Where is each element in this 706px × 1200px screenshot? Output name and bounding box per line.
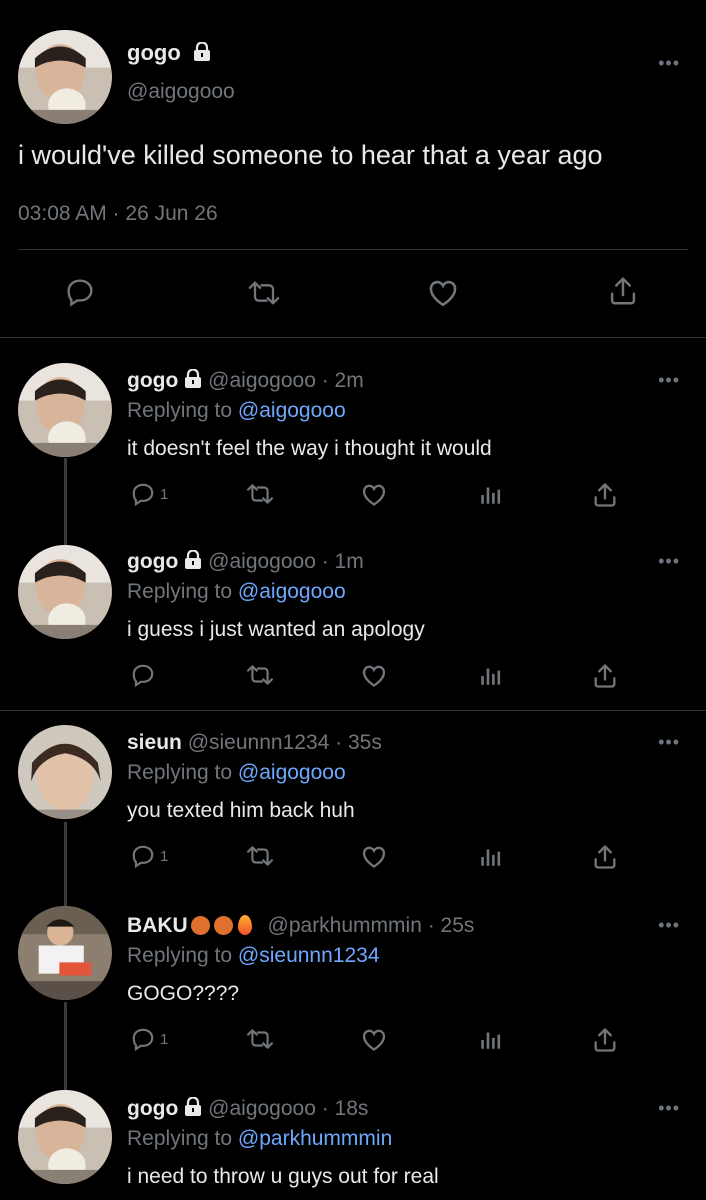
divider <box>18 249 688 250</box>
lock-icon <box>193 42 210 61</box>
replying-to-link[interactable]: @aigogooo <box>238 580 346 603</box>
replying-to-link[interactable]: @sieunnn1234 <box>238 944 380 967</box>
replying-label: Replying to <box>127 944 233 967</box>
reply-icon <box>132 845 154 869</box>
action-bar: 1 <box>0 481 706 511</box>
reply-text: it doesn't feel the way i thought it wou… <box>127 437 492 460</box>
analytics-icon[interactable] <box>478 1026 504 1052</box>
reply-icon <box>132 483 154 507</box>
avatar[interactable] <box>18 1090 112 1184</box>
timestamp[interactable]: 03:08 AM · 26 Jun 26 <box>18 202 218 226</box>
replying-to: Replying to @parkhummmin <box>127 1127 392 1151</box>
replying-to-link[interactable]: @aigogooo <box>238 761 346 784</box>
retweet-icon[interactable] <box>244 481 276 507</box>
analytics-icon[interactable] <box>478 481 504 507</box>
reply-header: BAKU @parkhummmin · 25s <box>127 914 474 938</box>
action-bar <box>0 274 706 314</box>
reply-icon <box>132 1028 154 1052</box>
reply-count: 1 <box>160 1030 169 1048</box>
lock-icon <box>185 369 202 388</box>
retweet-icon[interactable] <box>244 662 276 688</box>
reply-text: i need to throw u guys out for real <box>127 1165 439 1188</box>
handle-time[interactable]: @aigogooo · 2m <box>208 369 364 392</box>
avatar[interactable] <box>18 906 112 1000</box>
action-bar: 1 <box>0 843 706 873</box>
retweet-icon[interactable] <box>244 1026 276 1052</box>
reply-icon <box>132 664 154 688</box>
display-name[interactable]: gogo <box>127 369 178 392</box>
like-icon[interactable] <box>360 1026 388 1052</box>
reply-button[interactable]: 1 <box>130 843 168 869</box>
replying-label: Replying to <box>127 580 233 603</box>
replying-to: Replying to @aigogooo <box>127 580 346 604</box>
more-options-icon[interactable]: ••• <box>658 916 680 934</box>
replying-to: Replying to @aigogooo <box>127 399 346 423</box>
basketball-icon <box>190 916 210 935</box>
more-options-icon[interactable]: ••• <box>658 54 680 72</box>
tweet-text: i would've killed someone to hear that a… <box>18 140 603 170</box>
replying-to-link[interactable]: @aigogooo <box>238 399 346 422</box>
share-icon[interactable] <box>592 1026 618 1054</box>
reply-header: gogo @aigogooo · 18s <box>127 1097 368 1121</box>
handle-time[interactable]: @parkhummmin · 25s <box>268 914 475 937</box>
replying-to: Replying to @aigogooo <box>127 761 346 785</box>
replying-label: Replying to <box>127 761 233 784</box>
handle[interactable]: @aigogooo <box>127 80 235 104</box>
display-name[interactable]: gogo <box>127 550 178 573</box>
replying-to: Replying to @sieunnn1234 <box>127 944 380 968</box>
reply-header: gogo @aigogooo · 2m <box>127 369 364 393</box>
divider <box>0 710 706 711</box>
share-icon[interactable] <box>592 843 618 871</box>
lock-icon <box>185 1097 202 1116</box>
more-options-icon[interactable]: ••• <box>658 1099 680 1117</box>
reply-button[interactable]: 1 <box>130 481 168 507</box>
action-bar: 1 <box>0 1026 706 1056</box>
more-options-icon[interactable]: ••• <box>658 733 680 751</box>
share-icon[interactable] <box>608 274 638 313</box>
analytics-icon[interactable] <box>478 843 504 869</box>
display-name[interactable]: gogo <box>127 40 211 66</box>
like-icon[interactable] <box>426 276 460 313</box>
reply-text: you texted him back huh <box>127 799 355 822</box>
share-icon[interactable] <box>592 481 618 509</box>
reply-icon[interactable] <box>64 276 96 313</box>
display-name-text[interactable]: gogo <box>127 40 181 65</box>
replying-to-link[interactable]: @parkhummmin <box>238 1127 392 1150</box>
reply-button[interactable] <box>130 662 160 688</box>
fire-icon <box>237 915 252 935</box>
display-name[interactable]: sieun <box>127 731 182 754</box>
reply-header: sieun @sieunnn1234 · 35s <box>127 731 382 755</box>
replying-label: Replying to <box>127 1127 233 1150</box>
basketball-icon <box>213 916 233 935</box>
reply-button[interactable]: 1 <box>130 1026 168 1052</box>
replying-label: Replying to <box>127 399 233 422</box>
like-icon[interactable] <box>360 843 388 869</box>
handle-time[interactable]: @aigogooo · 1m <box>208 550 364 573</box>
display-name[interactable]: BAKU <box>127 914 188 937</box>
handle-time[interactable]: @sieunnn1234 · 35s <box>188 731 382 754</box>
analytics-icon[interactable] <box>478 662 504 688</box>
reply-count: 1 <box>160 847 169 865</box>
like-icon[interactable] <box>360 481 388 507</box>
reply-text: GOGO???? <box>127 982 240 1005</box>
reply-count: 1 <box>160 485 169 503</box>
like-icon[interactable] <box>360 662 388 688</box>
action-bar <box>0 662 706 692</box>
avatar[interactable] <box>18 725 112 819</box>
more-options-icon[interactable]: ••• <box>658 371 680 389</box>
handle-time[interactable]: @aigogooo · 18s <box>208 1097 368 1120</box>
avatar[interactable] <box>18 545 112 639</box>
display-name[interactable]: gogo <box>127 1097 178 1120</box>
reply-header: gogo @aigogooo · 1m <box>127 550 364 574</box>
avatar[interactable] <box>18 363 112 457</box>
avatar[interactable] <box>18 30 112 124</box>
share-icon[interactable] <box>592 662 618 690</box>
reply-text: i guess i just wanted an apology <box>127 618 425 641</box>
divider <box>0 337 706 338</box>
more-options-icon[interactable]: ••• <box>658 552 680 570</box>
lock-icon <box>185 550 202 569</box>
retweet-icon[interactable] <box>246 277 282 314</box>
retweet-icon[interactable] <box>244 843 276 869</box>
